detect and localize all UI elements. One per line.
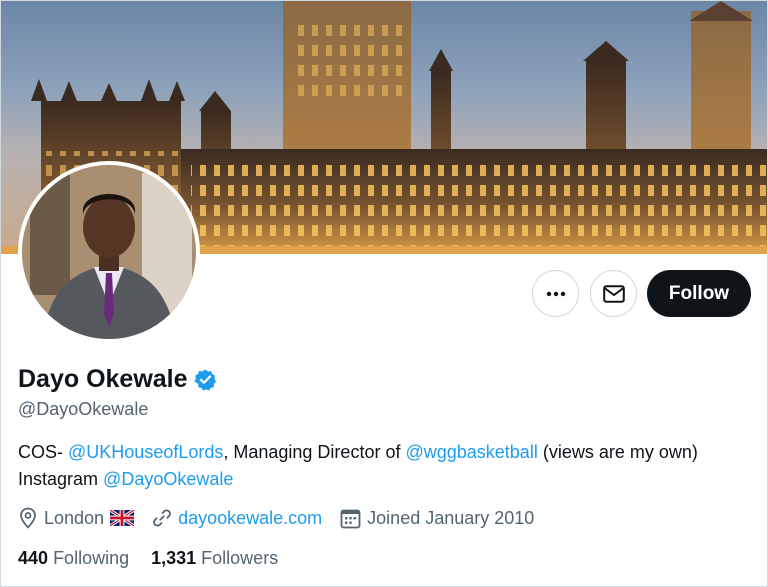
followers-count: 1,331 [151,548,197,568]
followers-label: Followers [201,548,279,568]
envelope-icon [602,284,625,303]
join-date: Joined January 2010 [340,508,534,529]
location-pin-icon [20,507,36,529]
following-count: 440 [18,548,49,568]
link-icon [153,509,171,527]
uk-flag-icon [110,510,135,526]
mention-link[interactable]: @DayoOkewale [103,469,233,489]
bio: COS- @UKHouseofLords, Managing Director … [18,439,758,493]
website-link[interactable]: dayookewale.com [178,508,322,529]
avatar-photo [22,165,196,339]
avatar[interactable] [18,161,200,343]
following-label: Following [53,548,130,568]
bio-text: Instagram [18,469,104,489]
website: dayookewale.com [152,508,322,529]
bio-text: , Managing Director of [223,442,406,462]
join-date-text: Joined January 2010 [367,507,535,528]
follow-stats: 440 Following 1,331 Followers [18,548,300,569]
mention-link[interactable]: @UKHouseofLords [68,442,223,462]
name-row: Dayo Okewale [18,365,217,394]
user-handle: @DayoOkewale [18,399,149,419]
display-name: Dayo Okewale [18,365,188,393]
more-options-button[interactable] [532,270,579,317]
message-button[interactable] [590,270,637,317]
more-icon [546,291,565,296]
bio-text: (views are my own) [537,442,698,462]
follow-button[interactable]: Follow [647,270,751,317]
location: London [18,507,135,529]
profile-page: Follow Dayo Okewale @DayoOkewale COS- @U… [0,0,768,587]
profile-meta: London dayookewale.com Joined January 20… [18,507,552,529]
followers-link[interactable]: 1,331 Followers [151,548,278,569]
following-link[interactable]: 440 Following [18,548,129,569]
location-text: London [44,507,105,528]
calendar-icon [340,509,361,528]
mention-link[interactable]: @wggbasketball [405,442,537,462]
verified-badge-icon [193,369,216,391]
bio-text: COS- [18,442,69,462]
